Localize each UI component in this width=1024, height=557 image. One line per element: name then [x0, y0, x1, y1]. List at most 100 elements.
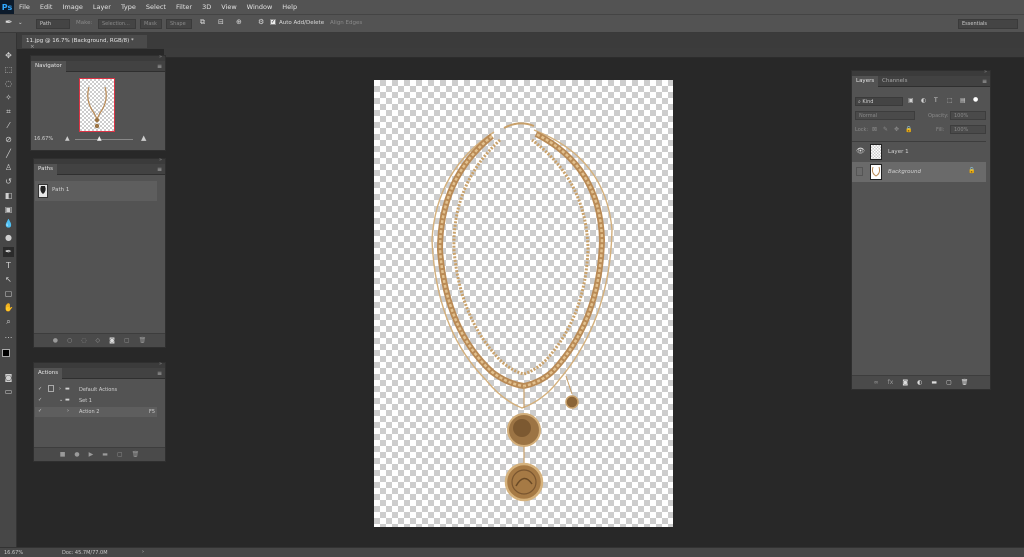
- trash-icon[interactable]: 🗑: [139, 337, 147, 344]
- checkmark-icon[interactable]: ✓: [38, 397, 42, 403]
- navigator-thumbnail[interactable]: [79, 78, 115, 132]
- menu-filter[interactable]: Filter: [171, 3, 197, 11]
- layer-style-icon[interactable]: fx: [888, 379, 894, 386]
- load-selection-icon[interactable]: ◌: [81, 337, 86, 344]
- menu-type[interactable]: Type: [116, 3, 141, 11]
- channels-tab[interactable]: Channels: [878, 76, 911, 87]
- menu-layer[interactable]: Layer: [88, 3, 116, 11]
- blur-tool-icon[interactable]: 💧: [3, 219, 14, 229]
- paths-tab[interactable]: Paths: [34, 164, 57, 175]
- menu-file[interactable]: File: [14, 3, 35, 11]
- brush-tool-icon[interactable]: ╱: [3, 149, 14, 159]
- move-tool-icon[interactable]: ✥: [3, 51, 14, 61]
- checkmark-icon[interactable]: ✓: [38, 408, 42, 414]
- add-mask-icon[interactable]: ◙: [109, 337, 115, 344]
- record-icon[interactable]: ●: [74, 451, 79, 458]
- filter-toggle-icon[interactable]: ●: [973, 96, 978, 103]
- close-icon[interactable]: ×: [30, 44, 35, 50]
- lock-transparency-icon[interactable]: ⊠: [872, 126, 877, 133]
- collapse-icon[interactable]: »: [984, 69, 987, 75]
- collapse-icon[interactable]: »: [159, 157, 162, 163]
- action-row-default-actions[interactable]: ✓ › ▬ Default Actions: [35, 385, 157, 395]
- menu-image[interactable]: Image: [57, 3, 87, 11]
- gradient-tool-icon[interactable]: ▣: [3, 205, 14, 215]
- eyedropper-tool-icon[interactable]: ⁄: [3, 121, 14, 131]
- pen-tool-icon[interactable]: ✒: [3, 247, 14, 257]
- play-icon[interactable]: ▶: [89, 451, 94, 458]
- stop-icon[interactable]: ■: [60, 451, 66, 458]
- auto-add-delete-checkbox[interactable]: ✓: [270, 19, 276, 25]
- trash-icon[interactable]: 🗑: [961, 379, 969, 386]
- new-layer-icon[interactable]: ▢: [946, 379, 952, 386]
- layer-row-background[interactable]: Background 🔒: [852, 162, 986, 182]
- dodge-tool-icon[interactable]: ●: [3, 233, 14, 243]
- gear-icon[interactable]: ⚙: [258, 18, 264, 26]
- stroke-path-icon[interactable]: ○: [67, 337, 72, 344]
- shape-filter-icon[interactable]: ⬚: [947, 97, 953, 104]
- fill-input[interactable]: 100%: [950, 125, 986, 134]
- foreground-color-swatch[interactable]: [2, 349, 10, 357]
- adjustment-layer-icon[interactable]: ◐: [917, 379, 922, 386]
- action-row-action-2[interactable]: ✓ › Action 2 F5: [35, 407, 157, 417]
- panel-menu-icon[interactable]: ≡: [157, 370, 162, 377]
- eye-icon[interactable]: 👁: [856, 147, 865, 155]
- path-alignment-icon[interactable]: ⊟: [218, 18, 224, 26]
- marquee-tool-icon[interactable]: ⬚: [3, 65, 14, 75]
- lasso-tool-icon[interactable]: ◌: [3, 79, 14, 89]
- make-work-path-icon[interactable]: ◇: [96, 337, 101, 344]
- collapse-icon[interactable]: »: [159, 54, 162, 60]
- shape-tool-icon[interactable]: ▢: [3, 289, 14, 299]
- checkmark-icon[interactable]: ✓: [38, 386, 42, 392]
- trash-icon[interactable]: 🗑: [132, 451, 140, 458]
- collapse-icon[interactable]: »: [159, 361, 162, 367]
- crop-tool-icon[interactable]: ⌗: [3, 107, 14, 117]
- layer-row-layer-1[interactable]: 👁 Layer 1: [852, 141, 986, 161]
- history-brush-tool-icon[interactable]: ↺: [3, 177, 14, 187]
- adjustment-filter-icon[interactable]: ◐: [921, 97, 926, 104]
- chevron-right-icon[interactable]: ›: [67, 408, 69, 414]
- shape-button[interactable]: Shape: [166, 19, 192, 29]
- add-mask-icon[interactable]: ◙: [902, 379, 908, 386]
- workspace-select[interactable]: Essentials: [958, 19, 1018, 29]
- status-zoom[interactable]: 16.67%: [4, 550, 23, 556]
- healing-brush-tool-icon[interactable]: ⊘: [3, 135, 14, 145]
- link-layers-icon[interactable]: ∞: [874, 379, 879, 386]
- menu-view[interactable]: View: [216, 3, 241, 11]
- type-filter-icon[interactable]: T: [934, 97, 938, 104]
- lock-all-icon[interactable]: 🔒: [905, 126, 912, 133]
- mask-button[interactable]: Mask: [140, 19, 162, 29]
- zoom-slider-handle[interactable]: ▲: [97, 135, 102, 142]
- panel-menu-icon[interactable]: ≡: [157, 166, 162, 173]
- chevron-down-icon[interactable]: ⌄: [59, 397, 63, 403]
- path-row-1[interactable]: Path 1: [35, 181, 157, 201]
- actions-tab[interactable]: Actions: [34, 368, 63, 379]
- quick-mask-icon[interactable]: ◙: [3, 373, 14, 383]
- selection-button[interactable]: Selection...: [98, 19, 136, 29]
- navigator-zoom-value[interactable]: 16.67%: [34, 136, 53, 142]
- clone-stamp-tool-icon[interactable]: ♙: [3, 163, 14, 173]
- navigator-tab[interactable]: Navigator: [31, 61, 66, 72]
- path-arrangement-icon[interactable]: ⊕: [236, 18, 242, 26]
- layers-tab[interactable]: Layers: [852, 76, 879, 87]
- zoom-tool-icon[interactable]: ⌕: [3, 317, 14, 327]
- smart-object-filter-icon[interactable]: ▤: [960, 97, 966, 104]
- layer-filter-select[interactable]: ⌕ Kind: [855, 97, 903, 106]
- tool-mode-select[interactable]: Path: [36, 19, 70, 29]
- chevron-right-icon[interactable]: ›: [142, 549, 144, 555]
- more-tools-icon[interactable]: …: [3, 331, 14, 341]
- panel-menu-icon[interactable]: ≡: [157, 63, 162, 70]
- document-tab[interactable]: 11.jpg @ 16.7% (Background, RGB/8) * ×: [22, 35, 147, 50]
- menu-select[interactable]: Select: [141, 3, 171, 11]
- new-set-icon[interactable]: ▬: [102, 451, 108, 458]
- hand-tool-icon[interactable]: ✋: [3, 303, 14, 313]
- panel-menu-icon[interactable]: ≡: [982, 78, 987, 85]
- screen-mode-icon[interactable]: ▭: [3, 387, 14, 397]
- path-selection-tool-icon[interactable]: ↖: [3, 275, 14, 285]
- lock-position-icon[interactable]: ✥: [894, 126, 899, 133]
- new-group-icon[interactable]: ▬: [931, 379, 937, 386]
- pixel-filter-icon[interactable]: ▣: [908, 97, 914, 104]
- lock-pixels-icon[interactable]: ✎: [883, 126, 888, 133]
- chevron-right-icon[interactable]: ›: [59, 386, 61, 392]
- menu-edit[interactable]: Edit: [35, 3, 58, 11]
- menu-window[interactable]: Window: [242, 3, 278, 11]
